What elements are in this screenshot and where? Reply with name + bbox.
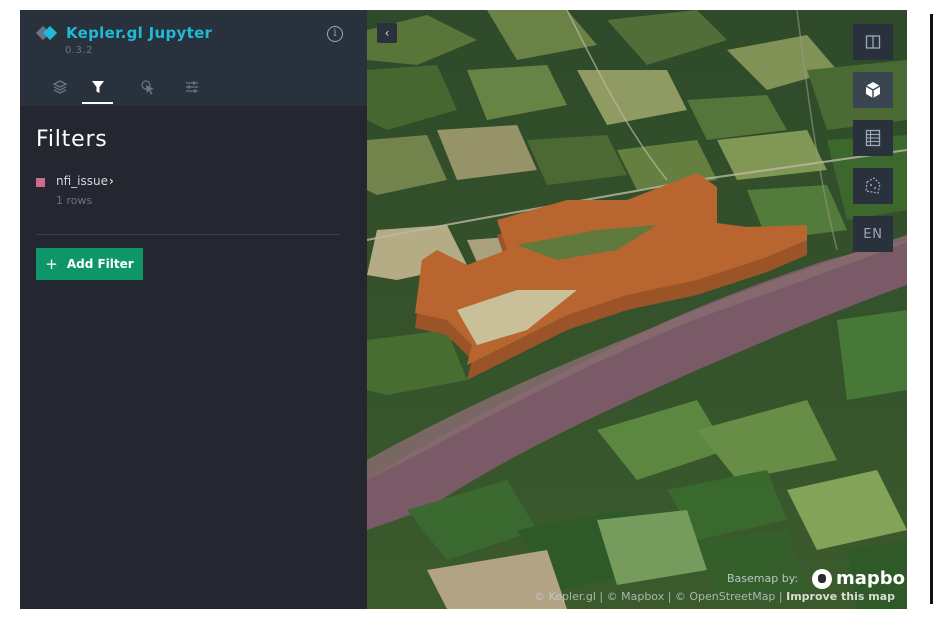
attribution-text: © Kepler.gl | © Mapbox | © OpenStreetMap… [534, 590, 787, 603]
kepler-app: Kepler.gl Jupyter 0.3.2 i Filters nfi_is… [20, 10, 907, 609]
mapbox-wordmark: mapbo [836, 568, 906, 589]
language-button[interactable]: EN [853, 216, 893, 252]
3d-view-button[interactable] [853, 72, 893, 108]
info-icon[interactable]: i [327, 26, 343, 42]
chevron-right-icon[interactable]: › [109, 174, 114, 188]
side-panel: Kepler.gl Jupyter 0.3.2 i Filters nfi_is… [20, 10, 367, 609]
tab-interactions[interactable] [126, 76, 170, 104]
map-view[interactable]: ‹ EN Basemap by: mapbo © Kepler.gl | © M… [367, 10, 907, 609]
mapbox-icon [812, 568, 832, 589]
tab-map-style[interactable] [170, 76, 214, 104]
split-map-icon [865, 35, 881, 49]
divider [36, 234, 340, 235]
map-attribution: © Kepler.gl | © Mapbox | © OpenStreetMap… [534, 590, 895, 603]
legend-icon [865, 129, 881, 147]
draw-polygon-button[interactable] [853, 168, 893, 204]
cube-icon [865, 82, 881, 98]
dataset-row-count: 1 rows [56, 194, 93, 207]
satellite-basemap[interactable] [367, 10, 907, 609]
cursor-icon [141, 80, 154, 95]
scrollbar[interactable] [930, 14, 933, 604]
app-title: Kepler.gl Jupyter [66, 24, 213, 42]
app-version: 0.3.2 [65, 45, 93, 56]
dataset-color-swatch [36, 178, 45, 187]
layers-icon [52, 80, 68, 94]
panel-tabs [38, 76, 214, 104]
kepler-logo-icon [35, 25, 58, 41]
polygon-draw-icon [865, 177, 881, 194]
add-filter-button[interactable]: + Add Filter [36, 248, 143, 280]
legend-button[interactable] [853, 120, 893, 156]
add-filter-label: Add Filter [66, 257, 134, 271]
split-map-button[interactable] [853, 24, 893, 60]
panel-title: Filters [36, 127, 108, 152]
side-panel-header: Kepler.gl Jupyter 0.3.2 i [20, 10, 367, 106]
mapbox-logo[interactable]: mapbo [812, 568, 905, 589]
plus-icon: + [45, 255, 58, 273]
improve-map-link[interactable]: Improve this map [786, 590, 895, 603]
dataset-name[interactable]: nfi_issue [56, 174, 108, 188]
tab-filters[interactable] [82, 76, 113, 104]
app-logo: Kepler.gl Jupyter [35, 24, 213, 42]
window-edge [925, 0, 935, 617]
filter-icon [91, 81, 104, 93]
tab-layers[interactable] [38, 76, 82, 104]
basemap-credit: Basemap by: [727, 572, 799, 585]
settings-sliders-icon [186, 81, 198, 93]
collapse-sidebar-button[interactable]: ‹ [377, 23, 397, 43]
